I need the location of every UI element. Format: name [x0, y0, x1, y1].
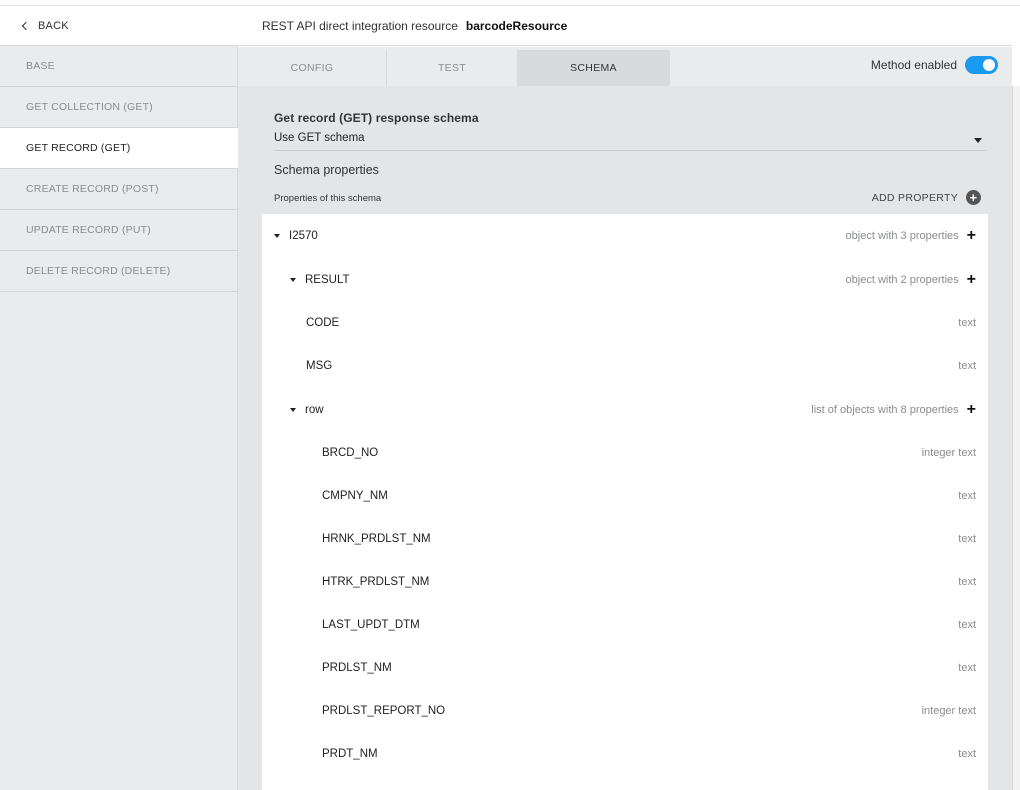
tree-row-i2570[interactable]: I2570 object with 3 properties +: [262, 226, 988, 246]
caret-down-icon[interactable]: [274, 234, 280, 238]
sidebar: BACK BASE GET COLLECTION (GET) GET RECOR…: [0, 6, 238, 790]
tree-row-htrk-prdlst-nm[interactable]: HTRK_PRDLST_NM text: [262, 572, 988, 592]
add-property-button[interactable]: ADD PROPERTY +: [872, 190, 981, 205]
tree-row-row[interactable]: row list of objects with 8 properties +: [262, 400, 988, 420]
tree-row-type: integer text: [921, 705, 976, 717]
tree-row-result[interactable]: RESULT object with 2 properties +: [262, 270, 988, 290]
properties-title: Schema properties: [274, 163, 379, 177]
schema-panel: Get record (GET) response schema Use GET…: [238, 86, 1012, 790]
tree-row-prdt-nm[interactable]: PRDT_NM text: [262, 744, 988, 764]
tree-row-type: text: [958, 662, 976, 674]
tree-row-type: integer text: [921, 447, 976, 459]
tree-row-type: text: [958, 576, 976, 588]
tree-row-name: RESULT: [305, 274, 350, 286]
tree-row-name: BRCD_NO: [322, 447, 379, 459]
tree-row-name: HRNK_PRDLST_NM: [322, 533, 431, 545]
add-property-label: ADD PROPERTY: [871, 191, 958, 204]
chevron-left-icon: [21, 21, 31, 31]
tree-row-type: list of objects with 8 properties +: [811, 401, 976, 418]
tree-row-type: text: [958, 533, 976, 545]
tree-row-name: CMPNY_NM: [322, 490, 388, 502]
tree-row-type: object with 2 properties +: [845, 271, 976, 288]
tree-row-name: PRDLST_NM: [322, 662, 392, 674]
schema-select-value: Use GET schema: [274, 132, 365, 144]
tree-row-type: object with 3 properties +: [845, 227, 976, 244]
method-enabled-label: Method enabled: [870, 58, 957, 72]
tree-row-prdlst-report-no[interactable]: PRDLST_REPORT_NO integer text: [262, 701, 988, 721]
tree-row-prdlst-nm[interactable]: PRDLST_NM text: [262, 658, 988, 678]
method-enabled-control: Method enabled: [871, 56, 998, 74]
sidebar-item-update-record[interactable]: UPDATE RECORD (PUT): [0, 210, 238, 251]
tree-row-name: PRDLST_REPORT_NO: [322, 705, 446, 717]
sidebar-item-get-collection[interactable]: GET COLLECTION (GET): [0, 87, 238, 128]
tree-row-name: I2570: [289, 230, 318, 242]
tab-test[interactable]: TEST: [387, 50, 518, 86]
add-child-icon[interactable]: +: [967, 272, 976, 288]
page-header: REST API direct integration resource bar…: [238, 6, 1012, 46]
add-child-icon[interactable]: +: [967, 228, 976, 244]
sidebar-item-create-record[interactable]: CREATE RECORD (POST): [0, 169, 238, 210]
resource-name: barcodeResource: [465, 18, 568, 33]
tree-row-name: HTRK_PRDLST_NM: [322, 576, 430, 588]
tab-bar: CONFIG TEST SCHEMA Method enabled: [238, 47, 1012, 86]
schema-select[interactable]: Use GET schema: [274, 132, 986, 151]
tree-row-name: row: [305, 404, 324, 416]
method-enabled-toggle[interactable]: [965, 56, 998, 74]
tree-row-hrnk-prdlst-nm[interactable]: HRNK_PRDLST_NM text: [262, 529, 988, 549]
sidebar-item-base[interactable]: BASE: [0, 46, 238, 87]
header-prefix: REST API direct integration resource: [262, 18, 458, 33]
sidebar-menu: BASE GET COLLECTION (GET) GET RECORD (GE…: [0, 46, 238, 292]
back-button[interactable]: BACK: [0, 6, 238, 46]
sidebar-item-get-record[interactable]: GET RECORD (GET): [0, 128, 238, 169]
tree-row-type: text: [958, 748, 976, 760]
schema-tree: I2570 object with 3 properties + RESULT o…: [262, 214, 988, 790]
tree-row-last-updt-dtm[interactable]: LAST_UPDT_DTM text: [262, 615, 988, 635]
properties-subtitle: Properties of this schema: [274, 193, 382, 204]
tree-row-type: text: [958, 619, 976, 631]
tree-row-type: text: [958, 490, 976, 502]
section-title: Get record (GET) response schema: [274, 111, 479, 125]
tree-row-name: CODE: [306, 317, 340, 329]
tree-row-brcd-no[interactable]: BRCD_NO integer text: [262, 443, 988, 463]
add-child-icon[interactable]: +: [967, 402, 976, 418]
caret-down-icon: [974, 138, 982, 143]
tab-config[interactable]: CONFIG: [238, 50, 387, 86]
tree-row-name: MSG: [306, 360, 333, 372]
tree-row-type: text: [958, 360, 976, 372]
tree-row-type: text: [958, 317, 976, 329]
tree-row-name: PRDT_NM: [322, 748, 378, 760]
toggle-knob: [983, 59, 995, 71]
tree-row-cmpny-nm[interactable]: CMPNY_NM text: [262, 486, 988, 506]
tree-row-name: LAST_UPDT_DTM: [322, 619, 420, 631]
tree-row-msg[interactable]: MSG text: [262, 356, 988, 376]
tab-schema[interactable]: SCHEMA: [518, 50, 670, 86]
plus-circle-icon: +: [966, 190, 981, 205]
tree-row-code[interactable]: CODE text: [262, 313, 988, 333]
caret-down-icon[interactable]: [290, 408, 296, 412]
back-label: BACK: [38, 19, 69, 32]
sidebar-item-delete-record[interactable]: DELETE RECORD (DELETE): [0, 251, 238, 292]
caret-down-icon[interactable]: [290, 278, 296, 282]
scrollbar[interactable]: [1012, 86, 1020, 790]
